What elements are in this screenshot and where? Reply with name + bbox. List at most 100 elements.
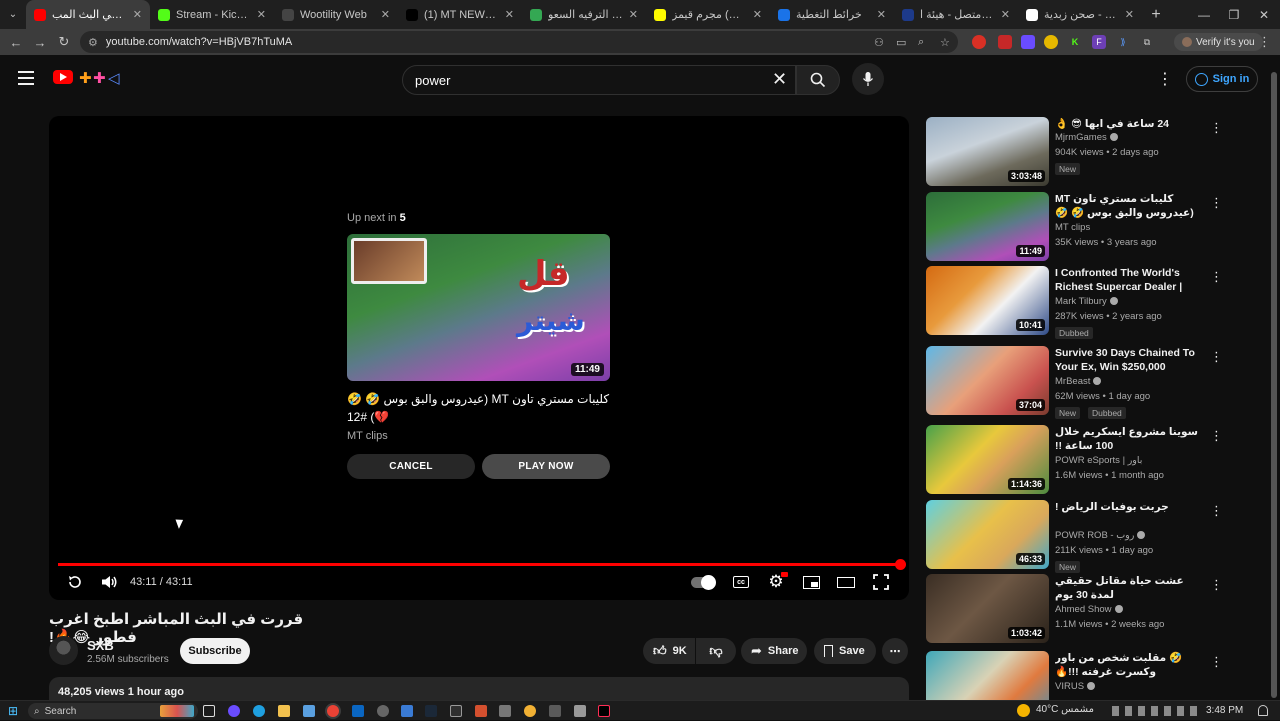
play-now-button[interactable]: PLAY NOW: [482, 454, 610, 479]
progress-bar[interactable]: [58, 559, 906, 570]
sign-in-button[interactable]: Sign in: [1186, 66, 1258, 92]
related-video-menu-icon[interactable]: ⋮: [1210, 120, 1223, 136]
fullscreen-button[interactable]: [869, 572, 893, 592]
tab-close-icon[interactable]: ✕: [629, 8, 638, 21]
search-input[interactable]: power: [402, 65, 796, 95]
tab-close-icon[interactable]: ✕: [1001, 8, 1010, 21]
maximize-icon[interactable]: ❐: [1218, 0, 1250, 29]
cancel-autoplay-button[interactable]: CANCEL: [347, 454, 475, 479]
clear-search-icon[interactable]: ✕: [772, 69, 787, 90]
theater-mode-button[interactable]: [834, 572, 858, 592]
tab-close-icon[interactable]: ✕: [1125, 8, 1134, 21]
tab-search-icon[interactable]: ⌄: [0, 0, 26, 29]
zoom-icon[interactable]: ⌕: [918, 36, 924, 49]
like-button[interactable]: 👍︎ 9K: [643, 638, 695, 664]
bookmark-star-icon[interactable]: ☆: [940, 36, 950, 49]
browser-menu-icon[interactable]: ⋮: [1258, 34, 1271, 50]
subtitles-button[interactable]: cc: [729, 572, 753, 592]
app-icon-a[interactable]: [475, 705, 487, 717]
system-tray-icons[interactable]: [1112, 706, 1200, 716]
related-video-item[interactable]: 11:49 كليبات مستري تاون MT (عيدروس والبق …: [926, 192, 1223, 262]
tiktok-icon[interactable]: [598, 705, 610, 717]
replay-button[interactable]: [64, 572, 86, 592]
autoplay-toggle[interactable]: [690, 572, 716, 592]
browser-tab[interactable]: Stream - Kick Dashbo ✕: [150, 0, 274, 29]
related-video-channel[interactable]: POWR ROB - روب: [1055, 530, 1146, 541]
channel-avatar[interactable]: [49, 636, 78, 665]
miniplayer-button[interactable]: [799, 572, 823, 592]
minimize-icon[interactable]: —: [1188, 0, 1220, 29]
new-tab-button[interactable]: +: [1142, 6, 1170, 24]
related-video-thumbnail[interactable]: 1:03:42: [926, 574, 1049, 643]
related-video-channel[interactable]: POWR eSports | باور: [1055, 455, 1142, 466]
related-video-menu-icon[interactable]: ⋮: [1210, 654, 1223, 670]
related-video-channel[interactable]: VIRUS: [1055, 681, 1096, 692]
extension-icon-3[interactable]: [1021, 35, 1035, 49]
related-video-channel[interactable]: MT clips: [1055, 222, 1090, 233]
related-video-title[interactable]: 24 ساعة في ابها 😎 👌: [1055, 117, 1205, 131]
related-video-title[interactable]: 🤣 مقلبت شخص من باور وكسرت غرفته !!!🔥: [1055, 651, 1205, 679]
up-next-thumbnail[interactable]: قل شيتر 11:49: [347, 234, 610, 381]
cast-icon[interactable]: ▭: [896, 36, 906, 49]
omnibox[interactable]: ⚙ youtube.com/watch?v=HBjVB7hTuMA ⚇ ▭ ⌕ …: [80, 31, 958, 53]
file-explorer-icon[interactable]: [278, 705, 290, 717]
notification-bell-icon[interactable]: [1258, 705, 1268, 716]
related-video-menu-icon[interactable]: ⋮: [1210, 428, 1223, 444]
taskbar-clock[interactable]: 3:48 PM: [1206, 705, 1243, 716]
related-video-item[interactable]: 1:03:42 عشت حياة مقاتل حقيقي لمدة 30 يوم A…: [926, 574, 1223, 644]
save-button[interactable]: Save: [814, 638, 876, 664]
browser-tab[interactable]: منصة متصل - هيئة ا ✕: [894, 0, 1018, 29]
tab-close-icon[interactable]: ✕: [133, 8, 142, 21]
taskbar-widget-icon[interactable]: [160, 705, 194, 717]
scrubber-handle[interactable]: [895, 559, 906, 570]
settings-kebab-icon[interactable]: ⋮: [1157, 69, 1173, 89]
related-video-thumbnail[interactable]: 1:14:36: [926, 425, 1049, 494]
related-video-channel[interactable]: MrBeast: [1055, 376, 1102, 387]
up-next-title[interactable]: كليبات مستري تاون MT (عيدروس والبق بوس 🤣…: [347, 390, 610, 426]
related-video-item[interactable]: 10:41 I Confronted The World's Richest Su…: [926, 266, 1223, 339]
app-icon-h[interactable]: [450, 705, 462, 717]
app-icon-list[interactable]: [401, 705, 413, 717]
reload-icon[interactable]: ↻: [52, 34, 76, 50]
related-video-thumbnail[interactable]: 3:03:48: [926, 117, 1049, 186]
app-icon-circle[interactable]: [524, 705, 536, 717]
copilot-icon[interactable]: [228, 705, 240, 717]
extension-icon-2[interactable]: [998, 35, 1012, 49]
related-video-menu-icon[interactable]: ⋮: [1210, 577, 1223, 593]
related-video-channel[interactable]: MjrmGames: [1055, 132, 1118, 143]
app-icon-calc[interactable]: [549, 705, 561, 717]
extension-icon-1[interactable]: [972, 35, 986, 49]
dislike-button[interactable]: 👎︎: [696, 638, 736, 664]
related-video-thumbnail[interactable]: 11:49: [926, 192, 1049, 261]
chrome-icon[interactable]: [327, 705, 339, 717]
steam-icon[interactable]: [425, 705, 437, 717]
kick-extension-icon[interactable]: K: [1068, 35, 1082, 49]
related-video-channel[interactable]: Mark Tilbury: [1055, 296, 1118, 307]
related-video-title[interactable]: I Confronted The World's Richest Superca…: [1055, 266, 1205, 294]
related-video-menu-icon[interactable]: ⋮: [1210, 349, 1223, 365]
guide-menu-icon[interactable]: [18, 71, 34, 85]
outlook-icon[interactable]: [352, 705, 364, 717]
share-button[interactable]: ➦ Share: [741, 638, 807, 664]
store-icon[interactable]: [303, 705, 315, 717]
browser-tab[interactable]: (1) MT NEWS (@MTN ✕: [398, 0, 522, 29]
related-video-item[interactable]: 46:33 جربت بوفيات الرياض ! POWR ROB - روب ⋮…: [926, 500, 1223, 573]
related-video-menu-icon[interactable]: ⋮: [1210, 195, 1223, 211]
browser-tab[interactable]: مشاريع الترفيه السعو ✕: [522, 0, 646, 29]
tab-close-icon[interactable]: ✕: [381, 8, 390, 21]
browser-tab[interactable]: قررت في البث المب ✕: [26, 0, 150, 29]
back-icon[interactable]: ←: [4, 35, 28, 50]
related-video-menu-icon[interactable]: ⋮: [1210, 269, 1223, 285]
related-video-menu-icon[interactable]: ⋮: [1210, 503, 1223, 519]
related-video-title[interactable]: عشت حياة مقاتل حقيقي لمدة 30 يوم: [1055, 574, 1205, 602]
volume-button[interactable]: [98, 572, 120, 592]
more-actions-button[interactable]: ⋯: [882, 638, 908, 664]
related-video-thumbnail[interactable]: 37:04: [926, 346, 1049, 415]
search-button[interactable]: [796, 65, 840, 95]
translate-icon[interactable]: ⚇: [874, 36, 884, 49]
related-video-item[interactable]: 37:04 Survive 30 Days Chained To Your Ex,…: [926, 346, 1223, 419]
task-view-icon[interactable]: [203, 705, 215, 717]
app-icon-grid[interactable]: [499, 705, 511, 717]
settings-button[interactable]: ⚙: [764, 572, 788, 592]
tab-close-icon[interactable]: ✕: [877, 8, 886, 21]
